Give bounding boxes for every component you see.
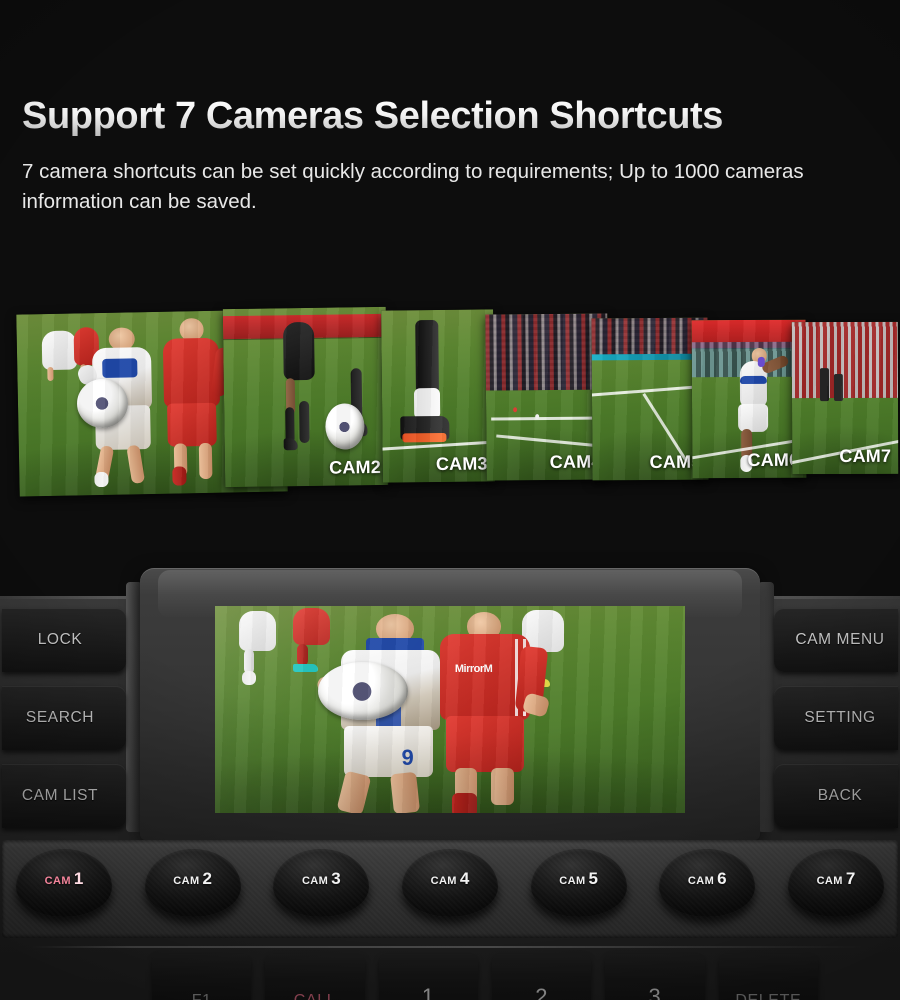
key-setting-label: SETTING bbox=[804, 709, 876, 726]
camera-controller-device: 9 MirrorM LOCK SEARCH CAM LIST CAM MENU … bbox=[0, 568, 900, 1000]
cam-knob-1-number: 1 bbox=[73, 869, 84, 888]
key-lock-label: LOCK bbox=[37, 631, 83, 648]
lcd-preview-image: 9 MirrorM bbox=[215, 606, 685, 813]
key-numpad-3-label: 3 bbox=[648, 984, 662, 1000]
key-f1-label: F1 bbox=[192, 992, 212, 1000]
key-numpad-3[interactable]: 3 bbox=[605, 954, 705, 1000]
cam-knob-7-word: CAM bbox=[816, 875, 843, 887]
key-f1[interactable]: F1 bbox=[152, 954, 252, 1000]
right-key-column: CAM MENU SETTING BACK bbox=[774, 608, 898, 842]
key-cam-list[interactable]: CAM LIST bbox=[2, 764, 126, 828]
cam-knob-row: CAM 1 CAM 2 CAM 3 CAM 4 CAM 5 CAM 6 CAM … bbox=[16, 849, 884, 925]
camera-strip: CAM1 CAM2 bbox=[0, 296, 900, 506]
cam-knob-3-label: CAM 3 bbox=[273, 869, 369, 889]
camera-panel-cam4[interactable]: CAM4 bbox=[485, 313, 609, 481]
cam-knob-2-label: CAM 2 bbox=[145, 869, 241, 889]
camera-label-cam7: CAM7 bbox=[839, 445, 892, 467]
key-lock[interactable]: LOCK bbox=[2, 608, 126, 672]
cam-knob-3-word: CAM bbox=[301, 875, 329, 887]
key-numpad-1-label: 1 bbox=[421, 984, 435, 1000]
cam-knob-2[interactable]: CAM 2 bbox=[144, 849, 241, 925]
cam-knob-5-word: CAM bbox=[559, 875, 586, 887]
key-numpad-2-label: 2 bbox=[535, 984, 549, 1000]
key-search-label: SEARCH bbox=[25, 709, 95, 726]
camera-panel-cam7[interactable]: CAM7 bbox=[791, 321, 899, 475]
key-delete-label: DELETE bbox=[735, 992, 801, 1000]
key-cam-menu[interactable]: CAM MENU bbox=[774, 608, 898, 672]
camera-panel-cam2[interactable]: CAM2 bbox=[222, 306, 389, 488]
key-cam-menu-label: CAM MENU bbox=[795, 631, 885, 648]
key-back-label: BACK bbox=[817, 787, 863, 804]
cam-knob-4-word: CAM bbox=[430, 875, 457, 887]
bottom-row-left-gap bbox=[8, 954, 138, 1000]
cam-knob-6-label: CAM 6 bbox=[659, 869, 755, 889]
cam-knob-1-label: CAM 1 bbox=[16, 869, 112, 889]
cam-knob-6-number: 6 bbox=[717, 869, 727, 888]
key-cam-list-label: CAM LIST bbox=[21, 787, 99, 804]
cam-knob-4[interactable]: CAM 4 bbox=[401, 849, 498, 925]
key-numpad-2[interactable]: 2 bbox=[491, 954, 592, 1000]
camera-panel-cam3[interactable]: CAM3 bbox=[381, 309, 495, 483]
cam-knob-7-label: CAM 7 bbox=[788, 869, 884, 889]
key-delete[interactable]: DELETE bbox=[718, 954, 818, 1000]
page-title: Support 7 Cameras Selection Shortcuts bbox=[22, 95, 882, 137]
cam-knob-4-number: 4 bbox=[459, 869, 470, 888]
cam-knob-1-word: CAM bbox=[44, 875, 71, 887]
lcd-player-red: MirrorM bbox=[422, 610, 572, 813]
camera-label-cam3: CAM3 bbox=[435, 453, 488, 475]
camera-thumb-image-cam4: CAM4 bbox=[485, 313, 609, 481]
cam-knob-5-number: 5 bbox=[588, 869, 598, 888]
key-search[interactable]: SEARCH bbox=[2, 686, 126, 750]
panel-divider bbox=[30, 946, 870, 948]
cam-knob-3[interactable]: CAM 3 bbox=[273, 849, 370, 925]
device-lcd-screen[interactable]: 9 MirrorM bbox=[215, 606, 685, 813]
key-back[interactable]: BACK bbox=[774, 764, 898, 828]
camera-thumb-image-cam7: CAM7 bbox=[791, 321, 899, 475]
camera-thumb-image-cam3: CAM3 bbox=[381, 309, 495, 483]
cam-knob-panel: CAM 1 CAM 2 CAM 3 CAM 4 CAM 5 CAM 6 CAM … bbox=[2, 840, 898, 938]
cam-knob-2-number: 2 bbox=[202, 869, 213, 888]
cam-knob-5[interactable]: CAM 5 bbox=[530, 849, 627, 925]
cam-knob-7[interactable]: CAM 7 bbox=[787, 849, 884, 925]
lcd-player-white: 9 bbox=[316, 614, 478, 813]
page-root: Support 7 Cameras Selection Shortcuts 7 … bbox=[0, 0, 900, 1000]
camera-label-cam2: CAM2 bbox=[329, 456, 382, 478]
key-setting[interactable]: SETTING bbox=[774, 686, 898, 750]
left-key-column: LOCK SEARCH CAM LIST bbox=[2, 608, 126, 842]
cam-knob-3-number: 3 bbox=[331, 869, 341, 888]
bottom-key-row: F1 CALL 1 2 3 DELETE bbox=[0, 954, 900, 1000]
cam-knob-7-number: 7 bbox=[845, 869, 856, 888]
bottom-row-right-gap bbox=[832, 954, 892, 1000]
lcd-football bbox=[318, 661, 408, 720]
cam-knob-2-word: CAM bbox=[173, 875, 200, 887]
key-call[interactable]: CALL bbox=[265, 954, 365, 1000]
camera-thumb-image-cam2: CAM2 bbox=[222, 306, 389, 488]
cam-knob-1[interactable]: CAM 1 bbox=[16, 849, 112, 925]
key-numpad-1[interactable]: 1 bbox=[378, 954, 478, 1000]
page-subtitle: 7 camera shortcuts can be set quickly ac… bbox=[22, 160, 804, 213]
cam-knob-6-word: CAM bbox=[687, 875, 715, 887]
camera-panel-cam6[interactable]: CAM6 bbox=[691, 319, 807, 479]
key-call-label: CALL bbox=[294, 992, 336, 1000]
cam-knob-4-label: CAM 4 bbox=[402, 869, 498, 889]
cam-knob-5-label: CAM 5 bbox=[531, 869, 627, 889]
camera-thumb-image-cam6: CAM6 bbox=[691, 319, 807, 479]
cam-knob-6[interactable]: CAM 6 bbox=[659, 849, 756, 925]
hero-copy: Support 7 Cameras Selection Shortcuts 7 … bbox=[22, 95, 882, 216]
screen-hinge-right bbox=[758, 582, 774, 832]
